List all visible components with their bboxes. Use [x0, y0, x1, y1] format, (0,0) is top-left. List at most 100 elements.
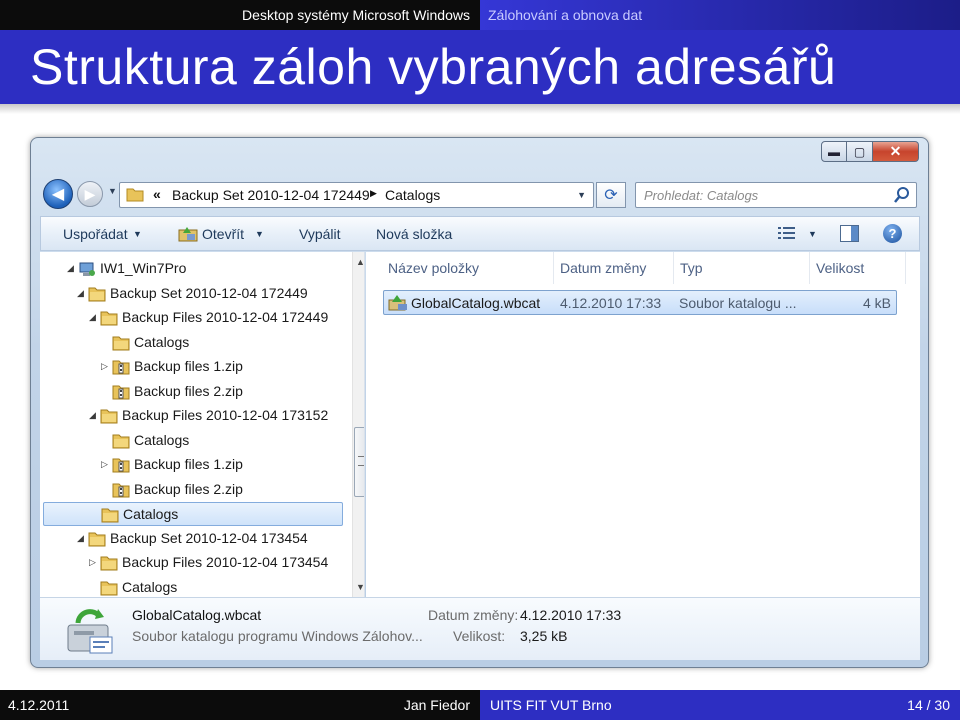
- file-size: 4 kB: [862, 295, 891, 311]
- details-size-label: Velikost:: [453, 628, 506, 644]
- footer-institution: UITS FIT VUT Brno: [490, 697, 612, 713]
- tree-item[interactable]: ◢ IW1_Win7Pro: [40, 257, 350, 281]
- chevron-down-icon[interactable]: ▼: [808, 229, 817, 239]
- address-segment-catalogs[interactable]: Catalogs: [385, 187, 440, 203]
- tree-expander-icon[interactable]: ▷: [101, 459, 108, 470]
- address-dropdown-icon[interactable]: ▼: [577, 190, 586, 200]
- footer-left: 4.12.2011 Jan Fiedor: [0, 690, 480, 720]
- tree-item[interactable]: ◢ Backup Set 2010-12-04 172449: [40, 282, 350, 306]
- header-shadow: [0, 104, 960, 114]
- search-icon[interactable]: [894, 186, 910, 204]
- column-header-date[interactable]: Datum změny: [554, 252, 674, 284]
- tree-item[interactable]: Backup files 2.zip: [40, 380, 350, 404]
- grip-icon: [358, 456, 364, 466]
- window-controls: ▬ ▢ ✕: [821, 141, 919, 162]
- slide-title: Struktura záloh vybraných adresářů: [30, 39, 837, 95]
- folder-icon: [100, 581, 118, 595]
- file-date: 4.12.2010 17:33: [560, 295, 662, 311]
- scroll-down-icon[interactable]: ▼: [356, 582, 364, 592]
- slide-header: Desktop systémy Microsoft Windows Záloho…: [0, 0, 960, 104]
- close-button[interactable]: ✕: [873, 141, 919, 162]
- burn-button[interactable]: Vypálit: [299, 226, 341, 242]
- tree-item[interactable]: ◢ Backup Files 2010-12-04 173152: [40, 404, 350, 428]
- organize-button[interactable]: Uspořádat: [63, 226, 128, 242]
- minimize-button[interactable]: ▬: [821, 141, 847, 162]
- tree-expander-icon[interactable]: ▷: [101, 361, 108, 372]
- backup-restore-icon: [178, 227, 198, 242]
- scroll-up-icon[interactable]: ▲: [356, 257, 364, 267]
- footer-author: Jan Fiedor: [403, 697, 470, 713]
- open-button[interactable]: Otevřít: [202, 226, 244, 242]
- chevron-down-icon[interactable]: ▼: [133, 229, 142, 239]
- file-row[interactable]: GlobalCatalog.wbcat 4.12.2010 17:33 Soub…: [383, 290, 897, 315]
- back-button[interactable]: ◀: [43, 179, 73, 209]
- tree-expander-icon[interactable]: ▷: [89, 557, 96, 568]
- tree-expander-icon[interactable]: ◢: [89, 410, 96, 421]
- tree-item-label: Catalogs: [134, 431, 190, 448]
- new-folder-button[interactable]: Nová složka: [376, 226, 452, 242]
- tree-expander-icon[interactable]: ◢: [77, 533, 84, 544]
- tree-expander-icon[interactable]: ◢: [89, 312, 96, 323]
- forward-button[interactable]: ▶: [77, 181, 103, 207]
- tree-item-label: Backup Set 2010-12-04 173454: [110, 529, 308, 546]
- address-separator-icon[interactable]: ▶: [370, 188, 377, 199]
- tree-item-label: Catalogs: [134, 333, 190, 350]
- folder-icon: [100, 409, 118, 424]
- folder-icon: [112, 336, 130, 350]
- zip-folder-icon: [112, 458, 130, 473]
- chevron-down-icon[interactable]: ▼: [255, 229, 264, 239]
- tree-item-label: Backup files 2.zip: [134, 382, 243, 399]
- address-segment-backup-set[interactable]: Backup Set 2010-12-04 172449: [172, 187, 370, 203]
- tree-item[interactable]: ▷ Backup files 1.zip: [40, 453, 350, 477]
- preview-pane-icon[interactable]: [840, 225, 859, 242]
- tree-item-label: Backup Set 2010-12-04 172449: [110, 284, 308, 301]
- tree-item-label: Backup files 2.zip: [134, 480, 243, 497]
- help-icon[interactable]: ?: [883, 224, 902, 243]
- column-header-size[interactable]: Velikost: [810, 252, 906, 284]
- tree-item-label: Backup files 1.zip: [134, 358, 243, 374]
- tree-item-label: Catalogs: [122, 578, 178, 595]
- tree-item[interactable]: Catalogs: [40, 576, 350, 598]
- tree-expander-icon[interactable]: ◢: [67, 263, 74, 274]
- refresh-button[interactable]: ⟳: [596, 182, 626, 208]
- tree-item-label: Backup Files 2010-12-04 173152: [122, 407, 329, 423]
- arrow-right-icon: ▶: [84, 185, 96, 202]
- footer-right: UITS FIT VUT Brno 14 / 30: [480, 690, 960, 720]
- tree-item[interactable]: ◢ Backup Files 2010-12-04 172449: [40, 306, 350, 330]
- scroll-thumb[interactable]: [354, 427, 364, 497]
- slide: Desktop systémy Microsoft Windows Záloho…: [0, 0, 960, 720]
- tree-scrollbar[interactable]: ▲ ▼: [352, 252, 364, 597]
- tree-item[interactable]: ▷ Backup Files 2010-12-04 173454: [40, 551, 350, 575]
- tree-item[interactable]: Catalogs: [43, 502, 343, 526]
- tree-expander-icon[interactable]: ◢: [77, 288, 84, 299]
- tree-item-label: Catalogs: [123, 506, 179, 522]
- view-details-icon[interactable]: [778, 226, 795, 241]
- search-box[interactable]: [635, 182, 917, 208]
- search-input[interactable]: [636, 183, 886, 207]
- tree-item[interactable]: ◢ Backup Set 2010-12-04 173454: [40, 527, 350, 551]
- explorer-window: ▬ ▢ ✕ ◀ ▶ ▼ « Backup Set 2010-12-04 1724…: [30, 137, 929, 668]
- column-header-name[interactable]: Název položky: [382, 252, 554, 284]
- folder-icon: [100, 556, 118, 571]
- details-file-description: Soubor katalogu programu Windows Zálohov…: [132, 628, 423, 644]
- address-overflow-chevron[interactable]: «: [153, 186, 161, 202]
- folder-icon: [100, 311, 118, 326]
- tree-item[interactable]: Backup files 2.zip: [40, 478, 350, 502]
- arrow-left-icon: ◀: [51, 186, 65, 203]
- file-name: GlobalCatalog.wbcat: [411, 295, 541, 311]
- column-header-type[interactable]: Typ: [674, 252, 810, 284]
- maximize-button[interactable]: ▢: [847, 141, 873, 162]
- zip-folder-icon: [112, 360, 130, 375]
- header-left-caption: Desktop systémy Microsoft Windows: [0, 0, 480, 30]
- footer-page-number: 14 / 30: [907, 697, 950, 713]
- address-bar[interactable]: « Backup Set 2010-12-04 172449 ▶ Catalog…: [119, 182, 594, 208]
- recent-pages-dropdown[interactable]: ▼: [108, 186, 117, 196]
- backup-catalog-icon: [67, 609, 113, 654]
- folder-icon: [112, 434, 130, 448]
- tree-item[interactable]: ▷ Backup files 1.zip: [40, 355, 350, 379]
- details-date-label: Datum změny:: [428, 607, 519, 623]
- zip-folder-icon: [112, 385, 130, 399]
- tree-item[interactable]: Catalogs: [40, 429, 350, 453]
- command-bar: Uspořádat ▼ Otevřít ▼ Vypálit Nová složk…: [40, 216, 920, 251]
- tree-item[interactable]: Catalogs: [40, 331, 350, 355]
